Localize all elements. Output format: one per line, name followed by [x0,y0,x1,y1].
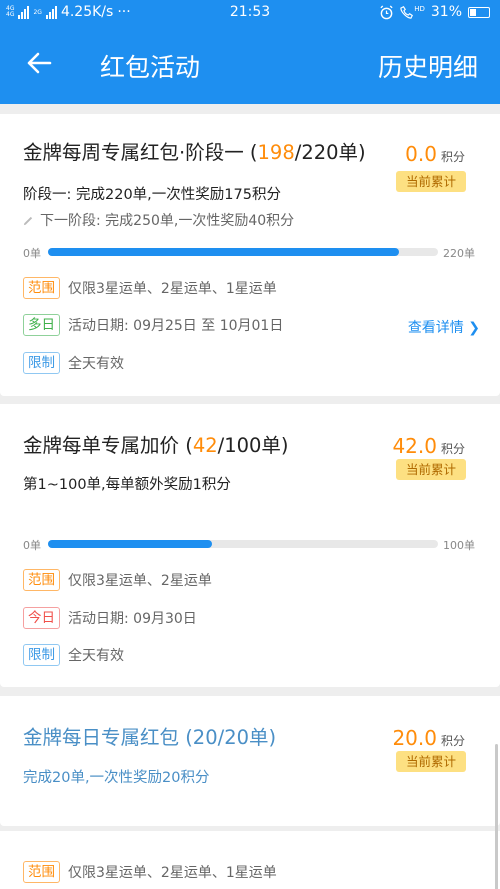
date-row: 多日 活动日期: 09月25日 至 10月01日 [23,314,283,336]
progress-min: 0单 [23,247,41,260]
reward-description: 完成20单,一次性奖励20积分 [23,770,210,786]
view-details-link[interactable]: 查看详情 ❯ [408,317,480,337]
tag-limit: 限制 [23,644,60,666]
status-bar: 4G 4G 2G 4.25K/s ··· 21:53 HD 31% [0,0,500,26]
reward-description: 第1~100单,每单额外奖励1积分 [23,477,231,493]
progress-fill [48,248,399,256]
limit-row: 限制 全天有效 [23,352,124,374]
alarm-icon [380,4,393,19]
progress-min: 0单 [23,539,41,552]
points-value: 42.0 积分 [392,434,465,458]
range-row: 范围 仅限3星运单、2星运单 [23,569,212,591]
tag-range: 范围 [23,861,60,883]
card-title: 金牌每日专属红包 (20/20单) [23,726,277,749]
next-stage: 下一阶段: 完成250单,一次性奖励40积分 [23,210,294,230]
points-value: 0.0 积分 [405,142,465,166]
battery-percent: 31% [430,4,462,20]
activity-card-weekly: 金牌每周专属红包·阶段一 (198/220单) 0.0 积分 当前累计 阶段一: … [0,114,500,396]
page-title: 红包活动 [100,53,201,82]
progress-bar [48,540,438,548]
pencil-icon [23,216,33,225]
tag-range: 范围 [23,569,60,591]
accumulated-badge: 当前累计 [396,459,466,480]
tag-multi-day: 多日 [23,314,60,336]
activity-card-partial: 范围 仅限3星运单、2星运单、1星运单 [0,831,500,889]
battery-icon [468,6,490,18]
app-bar: 红包活动 历史明细 [0,26,500,104]
activity-list[interactable]: 金牌每周专属红包·阶段一 (198/220单) 0.0 积分 当前累计 阶段一: … [0,104,500,889]
tag-limit: 限制 [23,352,60,374]
current-count: 42 [192,434,218,457]
back-arrow-icon[interactable] [24,48,54,78]
points-value: 20.0 积分 [392,726,465,750]
date-row: 今日 活动日期: 09月30日 [23,607,197,629]
range-row: 范围 仅限3星运单、2星运单、1星运单 [23,277,277,299]
current-count: 198 [257,141,295,164]
accumulated-badge: 当前累计 [396,171,466,192]
tag-range: 范围 [23,277,60,299]
range-row: 范围 仅限3星运单、2星运单、1星运单 [23,861,277,883]
history-details-button[interactable]: 历史明细 [378,48,478,84]
tag-today: 今日 [23,607,60,629]
limit-row: 限制 全天有效 [23,644,124,666]
progress-fill [48,540,212,548]
stage-description: 阶段一: 完成220单,一次性奖励175积分 [23,187,281,203]
activity-card-daily: 金牌每日专属红包 (20/20单) 20.0 积分 当前累计 完成20单,一次性奖… [0,696,500,826]
progress-bar [48,248,438,256]
card-title: 金牌每周专属红包·阶段一 (198/220单) [23,141,366,164]
progress-max: 220单 [443,247,475,260]
card-title: 金牌每单专属加价 (42/100单) [23,434,289,457]
activity-card-per-order: 金牌每单专属加价 (42/100单) 42.0 积分 当前累计 第1~100单,每… [0,404,500,687]
progress-max: 100单 [443,539,475,552]
status-right: HD 31% [379,4,490,20]
accumulated-badge: 当前累计 [396,751,466,772]
chevron-right-icon: ❯ [463,320,480,336]
hd-call-icon: HD [400,5,425,19]
scrollbar[interactable] [495,744,498,889]
